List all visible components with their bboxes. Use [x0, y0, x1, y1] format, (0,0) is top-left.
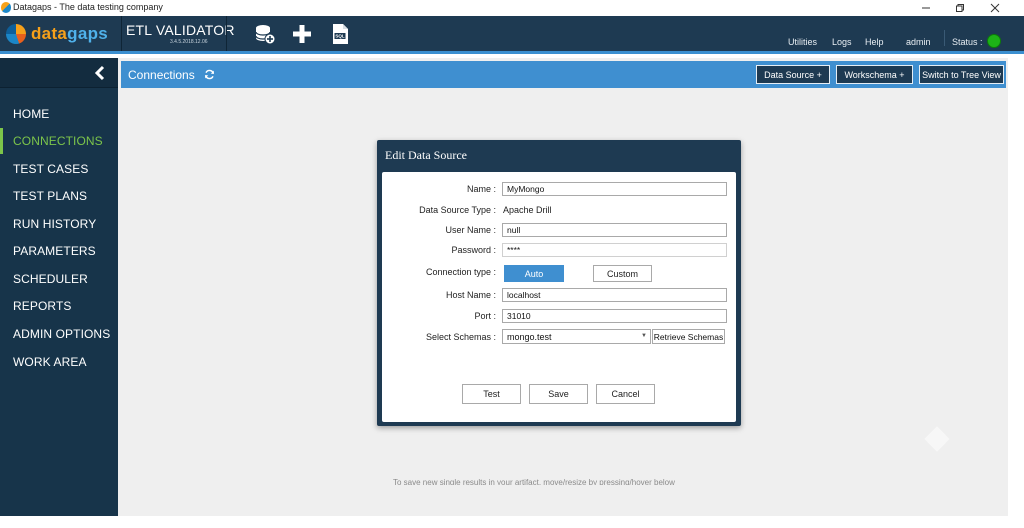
data-source-type-value: Apache Drill: [503, 205, 552, 215]
sidebar-item-home[interactable]: HOME: [0, 101, 118, 127]
edit-data-source-dialog: Edit Data Source Name : MyMongo Data Sou…: [377, 140, 741, 426]
select-schemas-label: Select Schemas :: [425, 332, 496, 342]
host-name-field[interactable]: localhost: [502, 288, 727, 302]
test-button[interactable]: Test: [462, 384, 521, 404]
port-label: Port :: [474, 311, 496, 321]
sidebar-item-reports[interactable]: REPORTS: [0, 293, 118, 319]
user-name-field[interactable]: null: [502, 223, 727, 237]
logo-text-data: data: [31, 23, 68, 43]
retrieve-schemas-button[interactable]: Retrieve Schemas: [652, 329, 725, 344]
host-name-label: Host Name :: [445, 290, 496, 300]
sidebar: HOME CONNECTIONS TEST CASES TEST PLANS R…: [0, 58, 118, 516]
name-field[interactable]: MyMongo: [502, 182, 727, 196]
dialog-body: Name : MyMongo Data Source Type : Apache…: [382, 172, 736, 422]
close-window-button[interactable]: [979, 0, 1011, 16]
background-hint-text: To save new single results in your artif…: [393, 478, 675, 485]
window-titlebar: Datagaps - The data testing company: [0, 0, 1024, 16]
sidebar-item-test-cases[interactable]: TEST CASES: [0, 156, 118, 182]
chevron-down-icon: ▼: [641, 333, 647, 339]
product-version: 3.4.5.2018.12.06: [170, 39, 208, 45]
header-divider: [121, 16, 122, 51]
name-label: Name :: [466, 184, 496, 194]
data-source-type-label: Data Source Type :: [419, 205, 496, 215]
schema-select-value: mongo.test: [507, 331, 552, 342]
app-icon: [1, 2, 11, 13]
sidebar-item-run-history[interactable]: RUN HISTORY: [0, 211, 118, 237]
page-title: Connections: [128, 68, 195, 82]
restore-icon: [956, 4, 964, 12]
user-menu[interactable]: admin: [906, 37, 931, 47]
connection-type-auto-button[interactable]: Auto: [504, 265, 564, 282]
app-header: datagaps ETL VALIDATOR 3.4.5.2018.12.06 …: [0, 16, 1024, 54]
header-divider: [226, 16, 227, 51]
switch-tree-view-button[interactable]: Switch to Tree View: [919, 65, 1004, 84]
user-name-label: User Name :: [445, 225, 496, 235]
sidebar-item-work-area[interactable]: WORK AREA: [0, 349, 118, 375]
schema-select[interactable]: mongo.test ▼: [502, 329, 651, 344]
add-workschema-button[interactable]: Workschema +: [836, 65, 913, 84]
sidebar-item-test-plans[interactable]: TEST PLANS: [0, 183, 118, 209]
sidebar-item-admin-options[interactable]: ADMIN OPTIONS: [0, 321, 118, 347]
window-edge: [1008, 58, 1024, 528]
add-data-source-button[interactable]: Data Source +: [756, 65, 830, 84]
header-divider: [944, 30, 945, 46]
product-title: ETL VALIDATOR 3.4.5.2018.12.06: [126, 22, 235, 45]
window-title: Datagaps - The data testing company: [13, 2, 163, 12]
port-field[interactable]: 31010: [502, 309, 727, 323]
add-button[interactable]: [290, 22, 314, 46]
sql-icon: SQL: [333, 24, 348, 44]
cancel-button[interactable]: Cancel: [596, 384, 655, 404]
password-label: Password :: [451, 245, 496, 255]
collapse-sidebar-icon[interactable]: [92, 65, 108, 81]
window-edge: [0, 516, 1008, 528]
connection-type-custom-button[interactable]: Custom: [593, 265, 652, 282]
background-decoration: [924, 426, 950, 452]
sidebar-item-parameters[interactable]: PARAMETERS: [0, 238, 118, 264]
status-indicator: [987, 34, 1001, 48]
sidebar-header: [0, 58, 118, 88]
sql-button[interactable]: SQL: [328, 22, 352, 46]
sidebar-item-scheduler[interactable]: SCHEDULER: [0, 266, 118, 292]
minimize-icon: [922, 7, 930, 9]
status-label: Status :: [952, 37, 983, 47]
add-datasource-button[interactable]: [253, 22, 277, 46]
password-field[interactable]: ****: [502, 243, 727, 257]
minimize-button[interactable]: [910, 0, 942, 16]
product-name: ETL VALIDATOR: [126, 22, 235, 38]
sidebar-item-connections[interactable]: CONNECTIONS: [0, 128, 118, 154]
logo-mark-icon: [6, 23, 26, 44]
logo[interactable]: datagaps: [0, 16, 121, 51]
utilities-link[interactable]: Utilities: [788, 37, 817, 47]
save-button[interactable]: Save: [529, 384, 588, 404]
logs-link[interactable]: Logs: [832, 37, 852, 47]
connection-type-label: Connection type :: [425, 267, 496, 277]
refresh-icon[interactable]: [204, 69, 215, 80]
help-link[interactable]: Help: [865, 37, 884, 47]
content-header: Connections Data Source + Workschema + S…: [121, 61, 1006, 88]
add-datasource-icon: [255, 25, 276, 45]
close-icon: [990, 3, 1000, 13]
svg-text:SQL: SQL: [335, 34, 345, 39]
restore-button[interactable]: [944, 0, 976, 16]
plus-icon: [293, 25, 311, 43]
dialog-title: Edit Data Source: [385, 148, 467, 162]
logo-text-gaps: gaps: [67, 23, 109, 43]
